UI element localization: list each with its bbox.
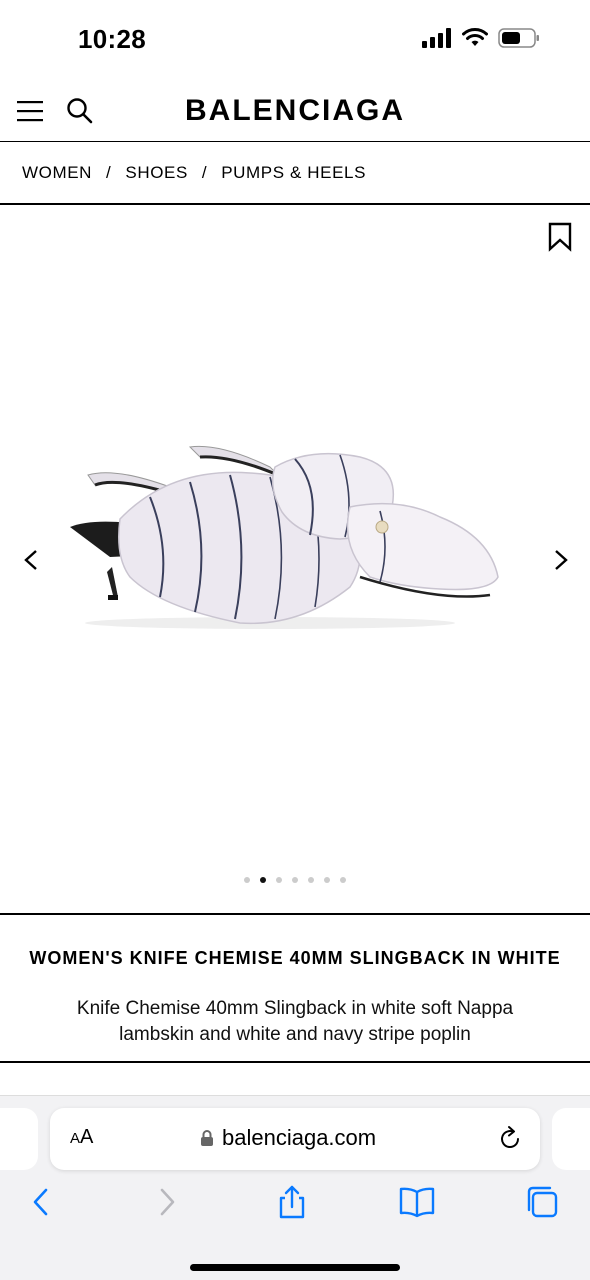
browser-toolbar: AA balenciaga.com	[0, 1095, 590, 1280]
status-time: 10:28	[78, 24, 146, 54]
address-bar[interactable]: AA balenciaga.com	[50, 1108, 540, 1170]
pagination-dot[interactable]	[276, 877, 282, 883]
pagination-dot-active[interactable]	[260, 877, 266, 883]
back-chevron-icon	[33, 1188, 48, 1216]
product-description: Knife Chemise 40mm Slingback in white so…	[76, 998, 514, 1045]
browser-nav-row	[0, 1184, 590, 1224]
divider	[0, 913, 590, 915]
text-size-button[interactable]: AA	[70, 1126, 93, 1149]
book-icon	[399, 1187, 435, 1218]
product-gallery[interactable]	[0, 205, 590, 913]
next-tab-preview[interactable]	[552, 1108, 590, 1170]
url-display[interactable]: balenciaga.com	[200, 1125, 376, 1151]
tabs-button[interactable]	[524, 1184, 560, 1220]
product-title: WOMEN'S KNIFE CHEMISE 40MM SLINGBACK IN …	[29, 948, 561, 968]
lock-icon	[201, 1130, 213, 1146]
wifi-icon	[462, 28, 488, 46]
tabs-icon	[527, 1186, 558, 1218]
breadcrumb: WOMEN / SHOES / PUMPS & HEELS	[22, 142, 366, 204]
cellular-signal-icon	[422, 28, 451, 48]
battery-icon	[498, 28, 539, 48]
product-image	[70, 445, 499, 629]
forward-chevron-icon	[160, 1188, 175, 1216]
bookmark-icon	[548, 222, 572, 252]
status-icons	[422, 28, 540, 48]
pagination-dot[interactable]	[324, 877, 330, 883]
site-header: BALENCIAGA	[0, 80, 590, 142]
home-indicator	[190, 1264, 400, 1271]
pagination-dot[interactable]	[340, 877, 346, 883]
forward-button[interactable]	[150, 1184, 186, 1220]
breadcrumb-pumps-heels[interactable]: PUMPS & HEELS	[221, 163, 366, 183]
share-button[interactable]	[274, 1184, 310, 1220]
next-image-button[interactable]	[548, 545, 574, 575]
share-icon	[279, 1185, 305, 1219]
breadcrumb-women[interactable]: WOMEN	[22, 163, 92, 183]
divider	[0, 1061, 590, 1063]
back-button[interactable]	[24, 1184, 60, 1220]
pagination-dot[interactable]	[308, 877, 314, 883]
pagination-dot[interactable]	[244, 877, 250, 883]
gallery-pagination[interactable]	[0, 877, 590, 883]
breadcrumb-shoes[interactable]: SHOES	[125, 163, 188, 183]
reload-icon	[501, 1126, 520, 1148]
bookmarks-button[interactable]	[398, 1184, 435, 1220]
breadcrumb-separator: /	[201, 163, 208, 182]
brand-logo[interactable]: BALENCIAGA	[0, 94, 590, 128]
url-text: balenciaga.com	[222, 1125, 377, 1150]
previous-tab-preview[interactable]	[0, 1108, 38, 1170]
breadcrumb-separator: /	[106, 163, 112, 182]
pagination-dot[interactable]	[292, 877, 298, 883]
status-bar: 10:28	[0, 0, 590, 80]
reload-button[interactable]	[496, 1125, 524, 1153]
wishlist-button[interactable]	[546, 222, 574, 252]
chevron-right-icon	[555, 550, 568, 570]
